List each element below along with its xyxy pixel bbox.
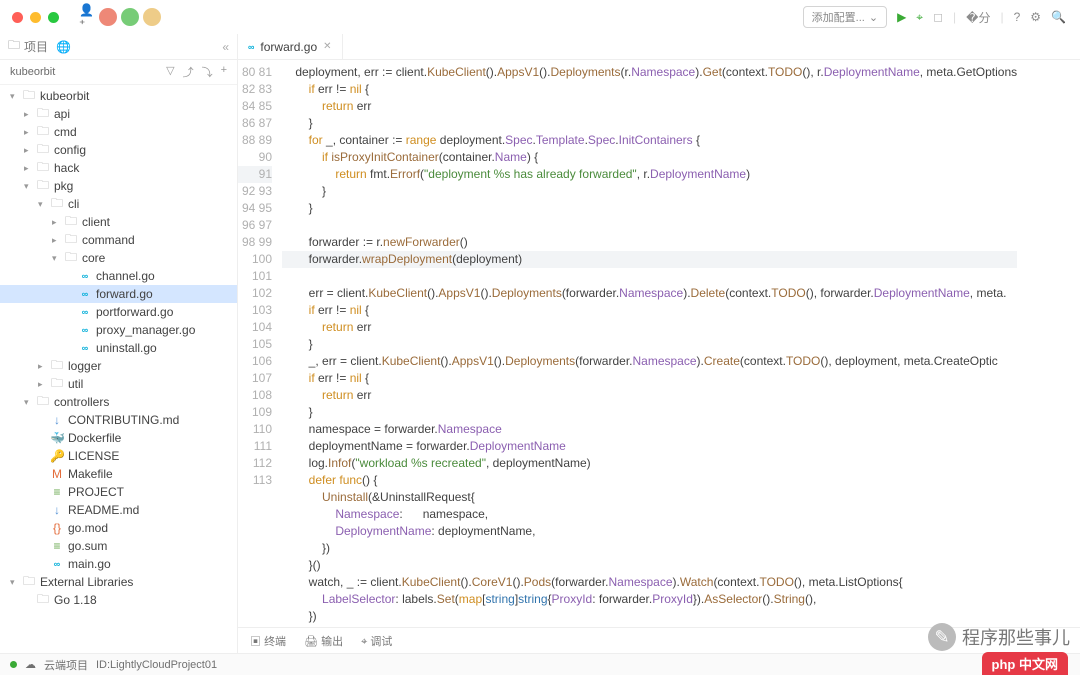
tab-label: forward.go bbox=[260, 40, 317, 54]
stop-button[interactable]: ◻ bbox=[933, 10, 943, 24]
status-bar: ☁ 云端项目 ID:LightlyCloudProject01 bbox=[0, 653, 1080, 675]
tab-forward-go[interactable]: ∞ forward.go ✕ bbox=[238, 34, 343, 59]
upload-icon[interactable]: ⤴ bbox=[183, 64, 194, 80]
tree-node[interactable]: {}go.mod bbox=[0, 519, 237, 537]
search-icon[interactable]: 🔍 bbox=[1051, 10, 1066, 24]
line-gutter: 80 81 82 83 84 85 86 87 88 89 90 91 92 9… bbox=[238, 60, 282, 627]
output-tab[interactable]: 🖨 输出 bbox=[304, 633, 343, 649]
tree-node[interactable]: ∞uninstall.go bbox=[0, 339, 237, 357]
status-indicator bbox=[10, 661, 17, 668]
tree-node[interactable]: ∞proxy_manager.go bbox=[0, 321, 237, 339]
tree-node[interactable]: ▸🗀api bbox=[0, 105, 237, 123]
avatar[interactable] bbox=[121, 8, 139, 26]
tree-node[interactable]: MMakefile bbox=[0, 465, 237, 483]
collapse-icon[interactable]: « bbox=[222, 40, 229, 54]
close-window[interactable] bbox=[12, 12, 23, 23]
avatar[interactable] bbox=[143, 8, 161, 26]
titlebar: 👤⁺ 添加配置... ⌄ ▶ ⌖ ◻ | �分 | ? ⚙ 🔍 bbox=[0, 0, 1080, 34]
folder-icon: 🗀 bbox=[8, 36, 20, 57]
tree-node[interactable]: ↓CONTRIBUTING.md bbox=[0, 411, 237, 429]
run-config-selector[interactable]: 添加配置... ⌄ bbox=[803, 6, 887, 28]
close-tab-icon[interactable]: ✕ bbox=[323, 41, 331, 52]
cloud-label: 云端项目 bbox=[44, 657, 88, 673]
globe-icon[interactable]: 🌐 bbox=[56, 40, 71, 54]
help-icon[interactable]: ? bbox=[1014, 10, 1021, 24]
tree-node[interactable]: ▸🗀util bbox=[0, 375, 237, 393]
download-icon[interactable]: ⤵ bbox=[202, 64, 213, 80]
tree-node[interactable]: ▾🗀kubeorbit bbox=[0, 87, 237, 105]
terminal-tab[interactable]: ▣ 终端 bbox=[250, 633, 286, 649]
tree-node[interactable]: ▸🗀hack bbox=[0, 159, 237, 177]
tree-node[interactable]: ≡go.sum bbox=[0, 537, 237, 555]
editor-tabs: ∞ forward.go ✕ bbox=[238, 34, 1080, 60]
tree-node[interactable]: ▾🗀core bbox=[0, 249, 237, 267]
tree-node[interactable]: ▸🗀cmd bbox=[0, 123, 237, 141]
project-tab[interactable]: 🗀 项目 bbox=[8, 36, 48, 57]
tree-node[interactable]: ≡PROJECT bbox=[0, 483, 237, 501]
project-sidebar: 🗀 项目 🌐 « kubeorbit ▽ ⤴ ⤵ + ▾🗀kubeorbit▸🗀… bbox=[0, 34, 238, 653]
tree-node[interactable]: ▸🗀command bbox=[0, 231, 237, 249]
tree-node[interactable]: ∞channel.go bbox=[0, 267, 237, 285]
filter-icon[interactable]: ▽ bbox=[166, 64, 174, 80]
tree-node[interactable]: ▸🗀client bbox=[0, 213, 237, 231]
tree-node[interactable]: ▾🗀pkg bbox=[0, 177, 237, 195]
code-lines[interactable]: deployment, err := client.KubeClient().A… bbox=[282, 60, 1017, 627]
debug-tab[interactable]: ⌖ 调试 bbox=[361, 633, 392, 649]
debug-button[interactable]: ⌖ bbox=[916, 10, 923, 25]
settings-icon[interactable]: ⚙ bbox=[1030, 10, 1041, 24]
tree-node[interactable]: ▾🗀controllers bbox=[0, 393, 237, 411]
tree-node[interactable]: ∞forward.go bbox=[0, 285, 237, 303]
tree-node[interactable]: ∞main.go bbox=[0, 555, 237, 573]
tree-node[interactable]: ▸🗀logger bbox=[0, 357, 237, 375]
tree-node[interactable]: ▾🗀External Libraries bbox=[0, 573, 237, 591]
code-editor[interactable]: 80 81 82 83 84 85 86 87 88 89 90 91 92 9… bbox=[238, 60, 1080, 627]
file-tree[interactable]: ▾🗀kubeorbit▸🗀api▸🗀cmd▸🗀config▸🗀hack▾🗀pkg… bbox=[0, 85, 237, 609]
tree-node[interactable]: 🐳Dockerfile bbox=[0, 429, 237, 447]
tree-node[interactable]: 🗀Go 1.18 bbox=[0, 591, 237, 609]
chevron-down-icon: ⌄ bbox=[869, 11, 878, 24]
add-icon[interactable]: + bbox=[221, 64, 227, 80]
zoom-window[interactable] bbox=[48, 12, 59, 23]
collaborators: 👤⁺ bbox=[79, 8, 161, 26]
run-config-label: 添加配置... bbox=[812, 9, 865, 25]
tree-node[interactable]: ↓README.md bbox=[0, 501, 237, 519]
tree-node[interactable]: ∞portforward.go bbox=[0, 303, 237, 321]
add-user-icon[interactable]: 👤⁺ bbox=[79, 9, 95, 25]
tree-node[interactable]: ▾🗀cli bbox=[0, 195, 237, 213]
tree-node[interactable]: 🔑LICENSE bbox=[0, 447, 237, 465]
project-tab-label: 项目 bbox=[24, 38, 48, 55]
cloud-icon: ☁ bbox=[25, 658, 36, 671]
window-controls bbox=[0, 2, 71, 33]
php-badge: php 中文网 bbox=[982, 652, 1068, 675]
avatar[interactable] bbox=[99, 8, 117, 26]
run-button[interactable]: ▶ bbox=[897, 10, 906, 24]
watermark-text: 程序那些事儿 bbox=[962, 624, 1070, 650]
go-file-icon: ∞ bbox=[248, 42, 254, 52]
breadcrumb: kubeorbit bbox=[10, 66, 55, 78]
minimize-window[interactable] bbox=[30, 12, 41, 23]
tree-node[interactable]: ▸🗀config bbox=[0, 141, 237, 159]
wechat-icon: ✎ bbox=[928, 623, 956, 651]
share-icon[interactable]: �分 bbox=[966, 9, 990, 26]
project-id: ID:LightlyCloudProject01 bbox=[96, 659, 217, 671]
watermark: ✎ 程序那些事儿 bbox=[928, 623, 1070, 651]
